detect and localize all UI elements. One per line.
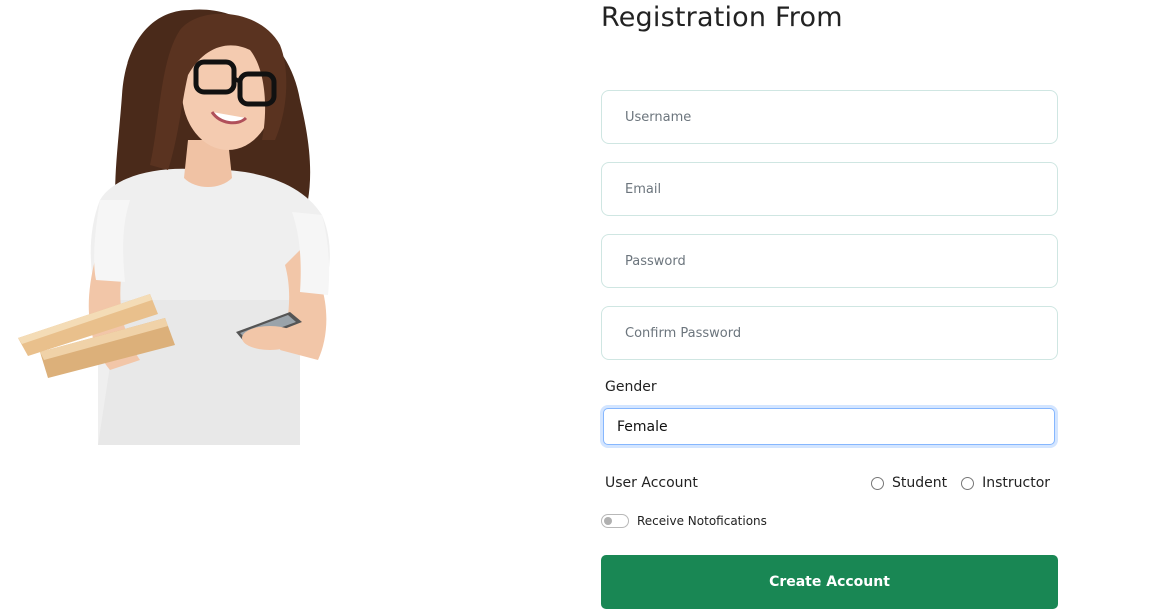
radio-student-circle[interactable] [871, 476, 884, 490]
notifications-row: Receive Notofications [601, 514, 767, 528]
hero-illustration [0, 0, 360, 460]
confirm-password-input[interactable] [601, 306, 1058, 360]
create-account-button[interactable]: Create Account [601, 555, 1058, 609]
radio-student[interactable]: Student [871, 475, 947, 491]
user-account-label: User Account [605, 475, 698, 491]
notifications-label: Receive Notofications [637, 514, 767, 528]
radio-instructor-circle[interactable] [961, 476, 975, 490]
email-input[interactable] [601, 162, 1058, 216]
password-input[interactable] [601, 234, 1058, 288]
notifications-toggle[interactable] [601, 514, 629, 528]
registration-page: Registration From Gender Female User Acc… [0, 0, 1175, 613]
radio-student-label: Student [892, 475, 948, 491]
notifications-toggle-knob [604, 517, 612, 525]
radio-instructor-label: Instructor [982, 475, 1051, 491]
user-account-radio-group: Student Instructor [871, 475, 1050, 491]
username-input[interactable] [601, 90, 1058, 144]
gender-selected-value: Female [617, 418, 668, 435]
gender-select[interactable]: Female [603, 408, 1055, 445]
gender-label: Gender [605, 379, 657, 395]
radio-instructor[interactable]: Instructor [961, 475, 1050, 491]
form-title: Registration From [601, 2, 843, 33]
